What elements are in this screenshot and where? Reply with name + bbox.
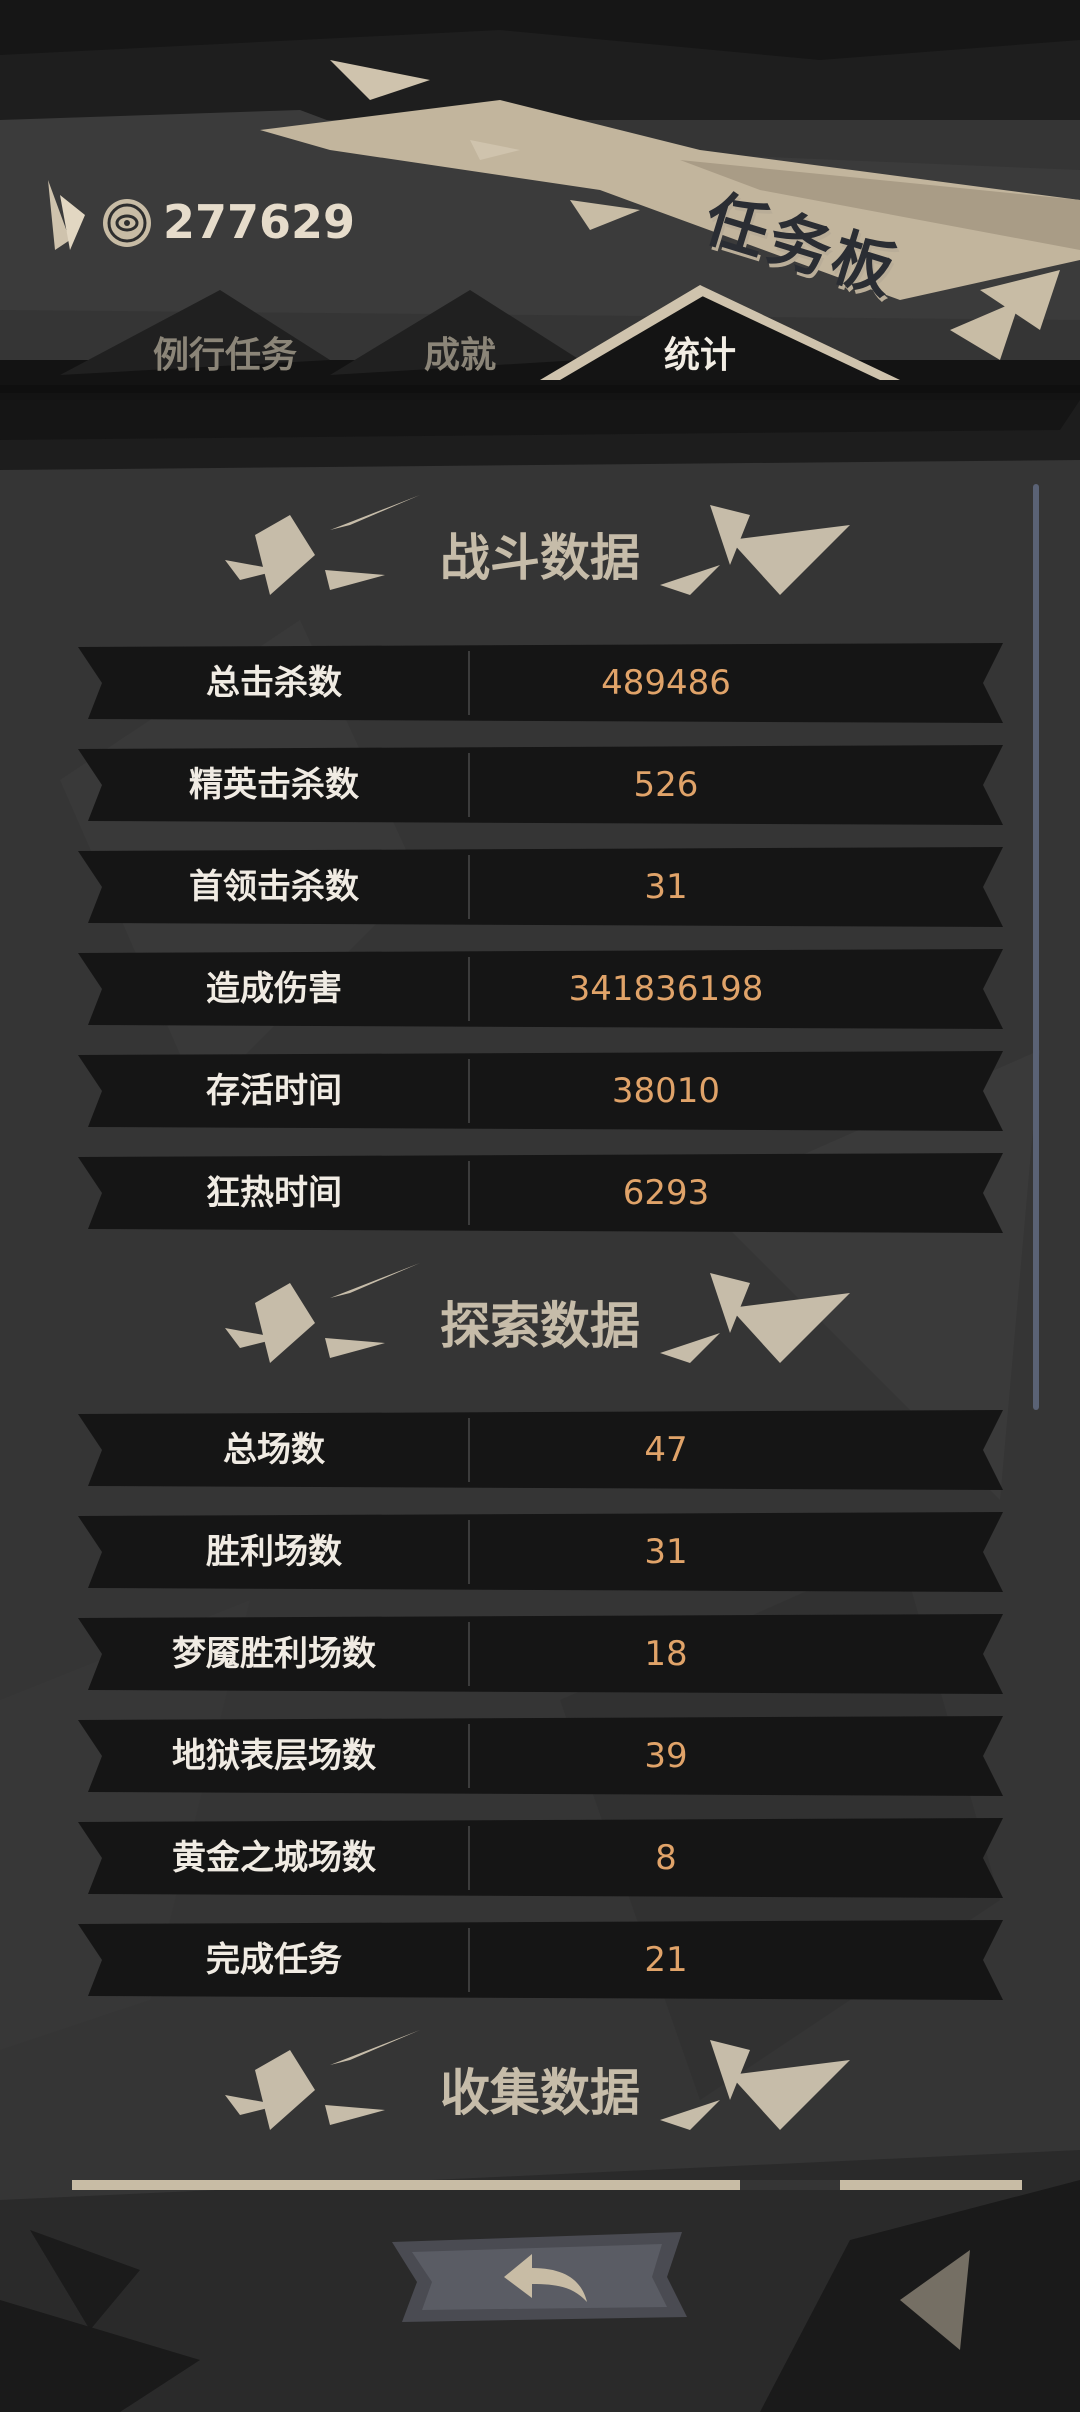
stat-row: 梦魇胜利场数 18: [78, 1614, 1003, 1694]
stat-label: 总击杀数: [206, 663, 342, 703]
stat-value: 39: [644, 1736, 688, 1776]
stat-value: 6293: [622, 1173, 710, 1213]
stat-value: 526: [633, 765, 699, 805]
stat-label: 完成任务: [206, 1940, 342, 1980]
stat-row: 造成伤害 341836198: [78, 949, 1003, 1029]
stat-label: 胜利场数: [206, 1532, 342, 1572]
stat-label: 精英击杀数: [189, 765, 359, 805]
stat-label: 造成伤害: [206, 969, 342, 1009]
stat-row: 存活时间 38010: [78, 1051, 1003, 1131]
tab-achievements[interactable]: 成就: [390, 328, 530, 384]
tab-statistics[interactable]: 统计: [630, 328, 770, 384]
stat-row: 完成任务 21: [78, 1920, 1003, 2000]
stat-label: 总场数: [223, 1430, 325, 1470]
stat-row: 精英击杀数 526: [78, 745, 1003, 825]
tab-routine-tasks[interactable]: 例行任务: [130, 328, 320, 384]
stat-row: 黄金之城场数 8: [78, 1818, 1003, 1898]
section-title-combat: 战斗数据: [440, 529, 640, 587]
stat-value: 341836198: [568, 969, 764, 1009]
stat-row: 总场数 47: [78, 1410, 1003, 1490]
stat-value: 21: [644, 1940, 688, 1980]
stat-label: 首领击杀数: [189, 867, 359, 907]
section-title-collection: 收集数据: [440, 2064, 640, 2122]
stat-value: 18: [644, 1634, 688, 1674]
stat-value: 489486: [601, 663, 731, 703]
stat-label: 黄金之城场数: [172, 1838, 376, 1878]
stat-value: 38010: [611, 1071, 721, 1111]
back-button[interactable]: [382, 2222, 692, 2330]
stat-row: 胜利场数 31: [78, 1512, 1003, 1592]
stat-row: 总击杀数 489486: [78, 643, 1003, 723]
stat-row: 地狱表层场数 39: [78, 1716, 1003, 1796]
stat-value: 47: [644, 1430, 688, 1470]
coin-icon: [100, 196, 154, 250]
stat-value: 31: [644, 867, 688, 907]
task-board-screen: 277629 任务板 例行任务 成就 统计 战斗数据 探索数据 收集数据 总击杀…: [0, 0, 1080, 2412]
stat-label: 存活时间: [206, 1071, 342, 1111]
stat-row: 狂热时间 6293: [78, 1153, 1003, 1233]
section-title-exploration: 探索数据: [440, 1297, 640, 1355]
back-arrow-icon: [392, 2232, 687, 2322]
stat-label: 地狱表层场数: [172, 1736, 376, 1776]
stat-label: 梦魇胜利场数: [172, 1634, 376, 1674]
stat-label: 狂热时间: [206, 1173, 342, 1213]
stat-row: 首领击杀数 31: [78, 847, 1003, 927]
stat-value: 31: [644, 1532, 688, 1572]
scrollbar[interactable]: [1033, 484, 1039, 1410]
stat-value: 8: [655, 1838, 677, 1878]
currency-value: 277629: [163, 195, 356, 249]
